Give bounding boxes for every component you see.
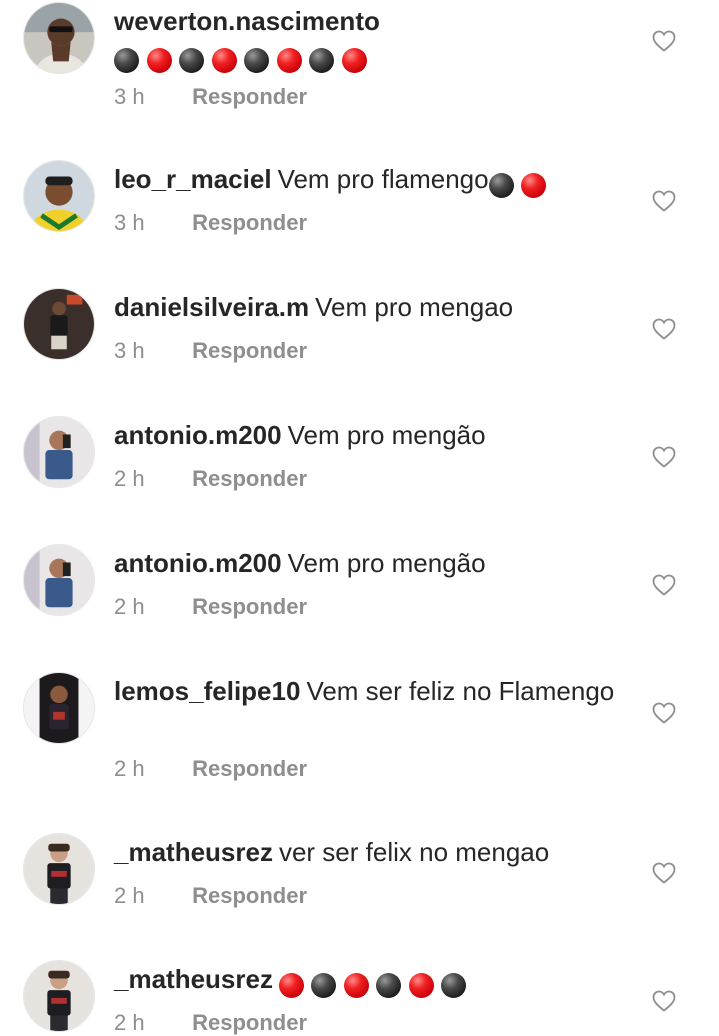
heart-outline-icon xyxy=(652,30,676,52)
reply-button[interactable]: Responder xyxy=(192,338,307,363)
comment-time: 3 h xyxy=(114,84,145,109)
comment-body: _matheusrez ver ser felix no mengao xyxy=(114,835,634,869)
black-circle-emoji xyxy=(309,47,334,73)
reply-button[interactable]: Responder xyxy=(192,210,307,235)
comment-body: leo_r_maciel Vem pro flamengo xyxy=(114,162,634,200)
comment-time: 2 h xyxy=(114,594,145,619)
comment-body: lemos_felipe10 Vem ser feliz no Flamengo xyxy=(114,674,634,708)
comment-username[interactable]: danielsilveira.m xyxy=(114,292,309,322)
avatar[interactable] xyxy=(23,672,95,744)
avatar-photo xyxy=(24,961,94,1031)
heart-outline-icon xyxy=(652,702,676,724)
comment-username[interactable]: _matheusrez xyxy=(114,837,273,867)
comment-meta: 2 h Responder xyxy=(114,883,307,909)
comment-username[interactable]: antonio.m200 xyxy=(114,420,282,450)
red-circle-emoji xyxy=(276,47,302,73)
heart-outline-icon xyxy=(652,318,676,340)
comment-meta: 3 h Responder xyxy=(114,84,307,110)
red-circle-emoji xyxy=(343,972,369,998)
emoji-row xyxy=(278,966,474,1000)
like-button[interactable] xyxy=(652,30,676,52)
comment-username[interactable]: lemos_felipe10 xyxy=(114,676,300,706)
heart-outline-icon xyxy=(652,862,676,884)
comment-body: antonio.m200 Vem pro mengão xyxy=(114,546,634,580)
heart-outline-icon xyxy=(652,190,676,212)
reply-button[interactable]: Responder xyxy=(192,883,307,908)
avatar[interactable] xyxy=(23,416,95,488)
avatar-photo xyxy=(24,417,94,487)
like-button[interactable] xyxy=(652,574,676,596)
black-circle-emoji xyxy=(114,47,139,73)
comment-meta: 2 h Responder xyxy=(114,1010,307,1036)
comment-time: 2 h xyxy=(114,1010,145,1035)
avatar-photo xyxy=(24,161,94,231)
like-button[interactable] xyxy=(652,318,676,340)
emoji-row xyxy=(488,166,554,200)
black-circle-emoji xyxy=(488,172,514,198)
avatar[interactable] xyxy=(23,288,95,360)
red-circle-emoji xyxy=(146,47,172,73)
comment-text: Vem pro mengão xyxy=(287,548,486,578)
avatar[interactable] xyxy=(23,544,95,616)
comment-time: 3 h xyxy=(114,210,145,235)
comment-body: _matheusrez xyxy=(114,962,634,1000)
black-circle-emoji xyxy=(376,972,402,998)
comment-body: antonio.m200 Vem pro mengão xyxy=(114,418,634,452)
comment-meta: 2 h Responder xyxy=(114,466,307,492)
like-button[interactable] xyxy=(652,862,676,884)
red-circle-emoji xyxy=(278,972,304,998)
red-circle-emoji xyxy=(341,47,367,73)
avatar-photo xyxy=(24,3,94,73)
avatar[interactable] xyxy=(23,833,95,905)
avatar-photo xyxy=(24,289,94,359)
black-circle-emoji xyxy=(441,972,467,998)
heart-outline-icon xyxy=(652,446,676,468)
avatar[interactable] xyxy=(23,2,95,74)
black-circle-emoji xyxy=(244,47,269,73)
comment-text: ver ser felix no mengao xyxy=(278,837,550,867)
like-button[interactable] xyxy=(652,990,676,1012)
comment-username[interactable]: weverton.nascimento xyxy=(114,6,380,36)
like-button[interactable] xyxy=(652,446,676,468)
comment-time: 3 h xyxy=(114,338,145,363)
comment-body: weverton.nascimento xyxy=(114,4,634,75)
comment-time: 2 h xyxy=(114,466,145,491)
emoji-row xyxy=(114,41,634,75)
comment-text: Vem pro flamengo xyxy=(277,164,489,194)
reply-button[interactable]: Responder xyxy=(192,1010,307,1035)
reply-button[interactable]: Responder xyxy=(192,466,307,491)
comment-meta: 2 h Responder xyxy=(114,594,307,620)
comment-username[interactable]: leo_r_maciel xyxy=(114,164,272,194)
red-circle-emoji xyxy=(408,972,434,998)
avatar[interactable] xyxy=(23,960,95,1032)
comment-time: 2 h xyxy=(114,883,145,908)
comment-username[interactable]: antonio.m200 xyxy=(114,548,282,578)
black-circle-emoji xyxy=(311,972,337,998)
heart-outline-icon xyxy=(652,990,676,1012)
comment-text: Vem pro mengao xyxy=(315,292,514,322)
avatar-photo xyxy=(24,834,94,904)
avatar[interactable] xyxy=(23,160,95,232)
comment-meta: 3 h Responder xyxy=(114,210,307,236)
red-circle-emoji xyxy=(521,172,547,198)
avatar-photo xyxy=(24,545,94,615)
comment-text: Vem ser feliz no Flamengo xyxy=(306,676,615,706)
reply-button[interactable]: Responder xyxy=(192,84,307,109)
like-button[interactable] xyxy=(652,190,676,212)
like-button[interactable] xyxy=(652,702,676,724)
comment-body: danielsilveira.m Vem pro mengao xyxy=(114,290,634,324)
reply-button[interactable]: Responder xyxy=(192,756,307,781)
comment-text: Vem pro mengão xyxy=(287,420,486,450)
comment-username[interactable]: _matheusrez xyxy=(114,964,273,994)
reply-button[interactable]: Responder xyxy=(192,594,307,619)
comment-meta: 2 h Responder xyxy=(114,756,307,782)
comment-meta: 3 h Responder xyxy=(114,338,307,364)
red-circle-emoji xyxy=(211,47,237,73)
black-circle-emoji xyxy=(179,47,204,73)
comment-time: 2 h xyxy=(114,756,145,781)
avatar-photo xyxy=(24,673,94,743)
heart-outline-icon xyxy=(652,574,676,596)
comment-list: weverton.nascimento 3 h Responder leo_r_… xyxy=(0,0,719,1035)
